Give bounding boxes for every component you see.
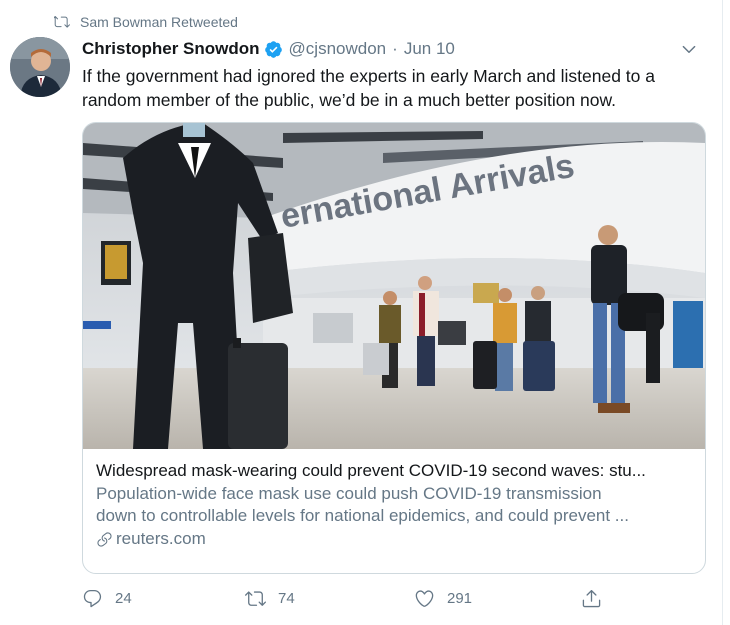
like-button[interactable]: 291 (414, 588, 472, 609)
retweet-icon (54, 16, 70, 28)
card-title[interactable]: Widespread mask-wearing could prevent CO… (96, 460, 693, 482)
tweet-header: Christopher Snowdon @cjsnowdon · Jun 10 (82, 38, 702, 60)
tweet[interactable]: Sam Bowman Retweeted Christopher Snowdon… (0, 0, 723, 625)
retweet-notice-text[interactable]: Sam Bowman Retweeted (80, 14, 238, 30)
card-description-line: Population-wide face mask use could push… (96, 484, 602, 503)
heart-icon (415, 590, 434, 607)
like-count: 291 (447, 590, 473, 607)
reply-count: 24 (115, 590, 132, 607)
share-icon (582, 589, 601, 608)
link-card[interactable]: ernational Arrivals Widespread mask-wear… (82, 122, 706, 574)
card-body: Widespread mask-wearing could prevent CO… (96, 460, 693, 550)
share-button[interactable] (581, 588, 614, 609)
chevron-down-icon[interactable] (680, 40, 698, 58)
tweet-text: If the government had ignored the expert… (82, 64, 712, 112)
avatar[interactable] (10, 37, 70, 97)
retweet-count: 74 (278, 590, 295, 607)
tweet-text-line: random member of the public, we’d be in … (82, 90, 617, 110)
card-domain-text[interactable]: reuters.com (116, 528, 206, 550)
reply-icon (83, 589, 102, 608)
avatar-image (10, 37, 70, 97)
card-description-line: down to controllable levels for national… (96, 506, 629, 525)
retweet-icon (245, 591, 266, 606)
author-name[interactable]: Christopher Snowdon (82, 39, 260, 59)
verified-badge-icon (264, 40, 282, 58)
action-bar: 24 74 291 (82, 588, 704, 612)
header-separator: · (392, 39, 398, 58)
card-image[interactable]: ernational Arrivals (83, 123, 705, 449)
author-handle[interactable]: @cjsnowdon (289, 39, 387, 59)
reply-button[interactable]: 24 (82, 588, 132, 609)
card-description: Population-wide face mask use could push… (96, 483, 693, 527)
card-domain: reuters.com (96, 528, 693, 550)
tweet-date[interactable]: Jun 10 (404, 39, 455, 59)
link-icon (97, 531, 112, 547)
tweet-text-line: If the government had ignored the expert… (82, 66, 655, 86)
retweet-notice: Sam Bowman Retweeted (54, 13, 238, 31)
retweet-button[interactable]: 74 (245, 588, 295, 609)
